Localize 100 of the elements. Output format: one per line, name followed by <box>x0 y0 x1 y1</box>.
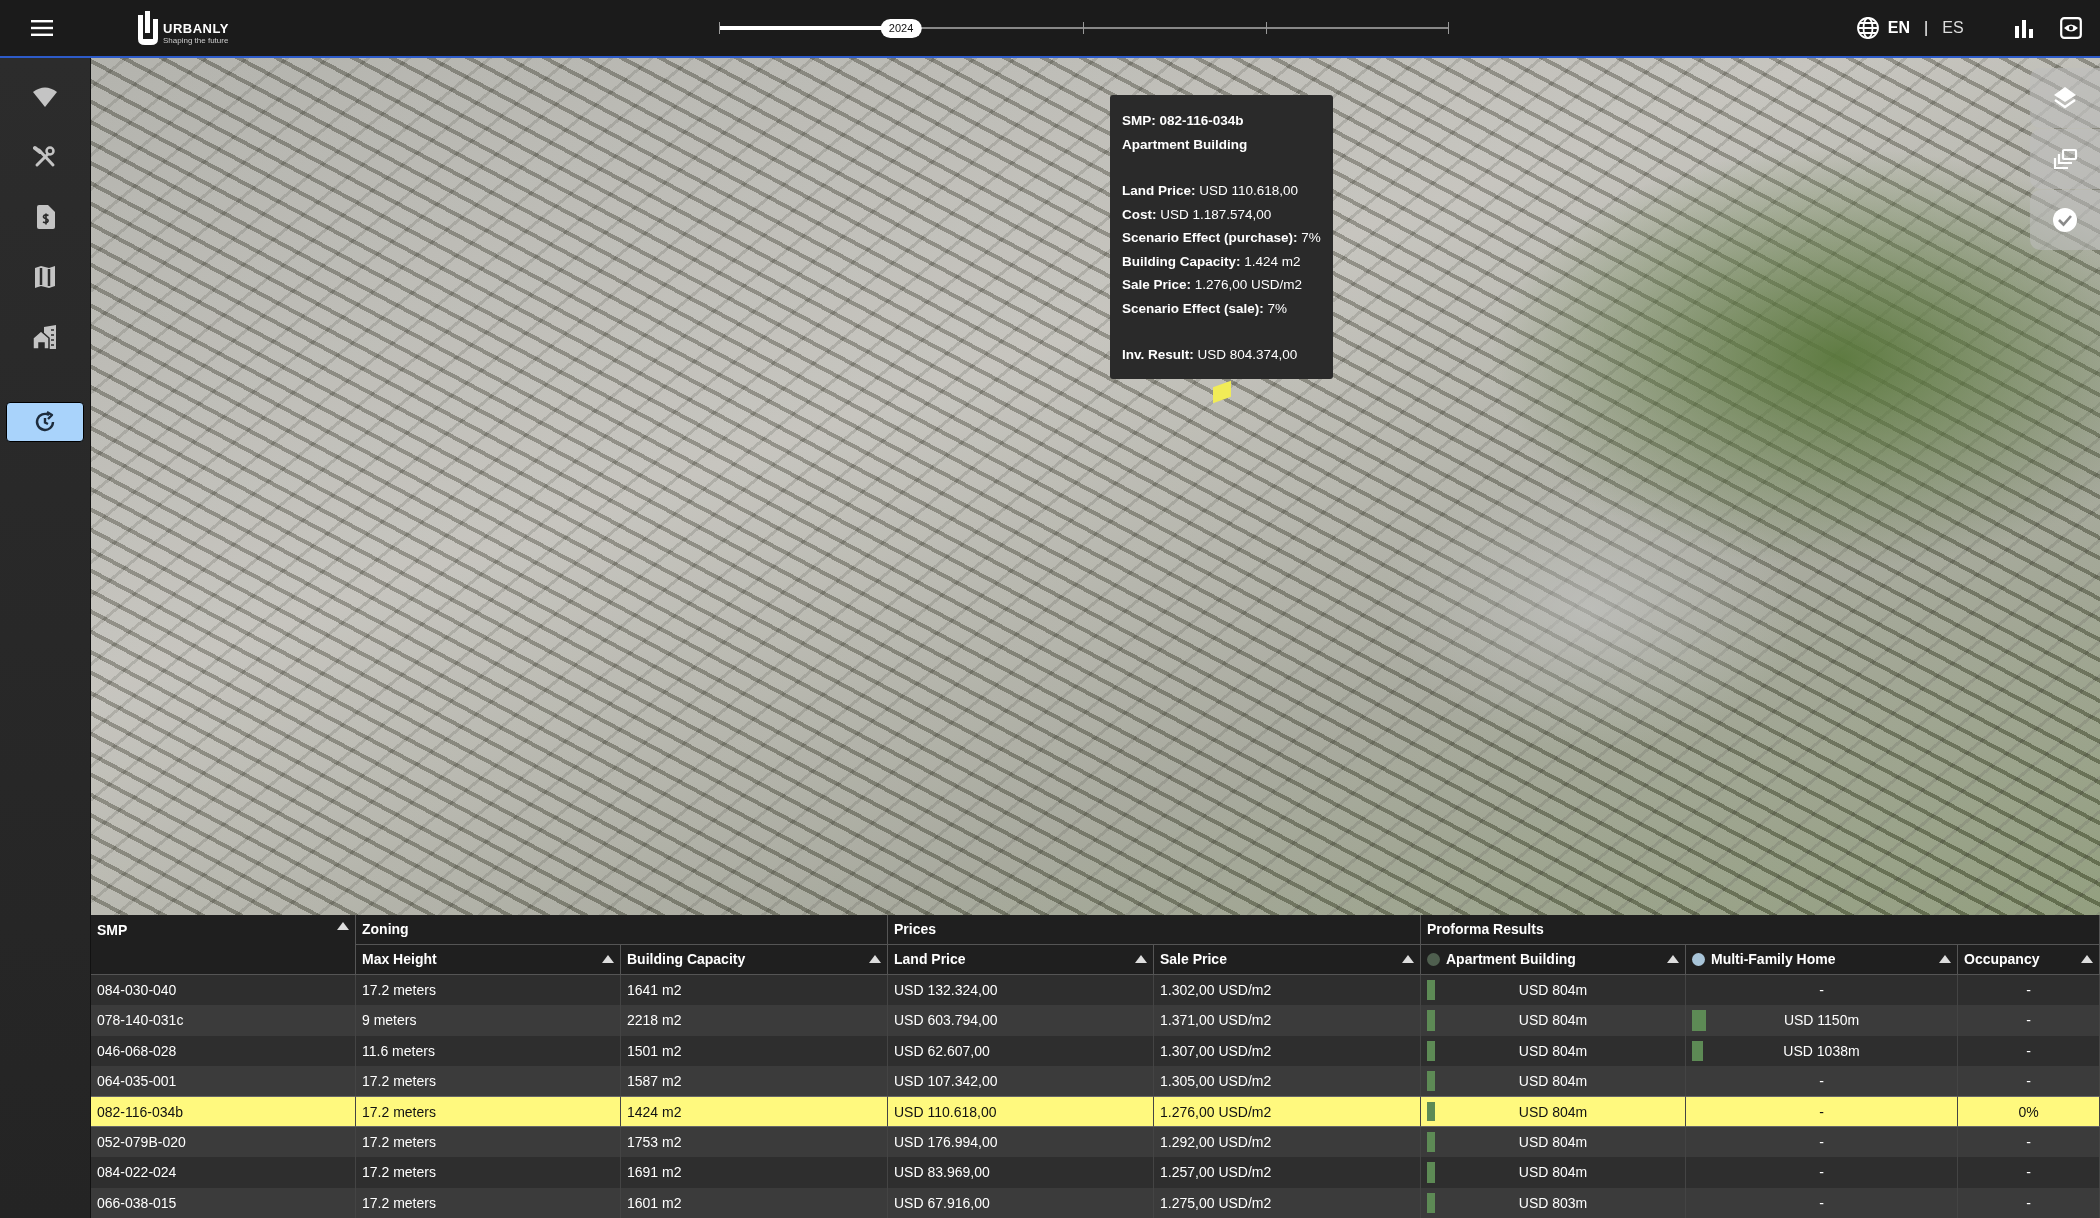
logo-wordmark: URBANLY <box>163 21 229 36</box>
table-cell: - <box>1958 974 2100 1006</box>
column-header[interactable]: Building Capacity <box>621 944 888 975</box>
table-cell: 1501 m2 <box>621 1035 888 1067</box>
sort-icon[interactable] <box>2081 955 2093 964</box>
table-cell: - <box>1958 1187 2100 1218</box>
table-cell: 084-022-024 <box>91 1157 356 1188</box>
table-cell: - <box>1958 1035 2100 1067</box>
table-cell: USD 83.969,00 <box>888 1157 1154 1188</box>
eye-icon[interactable] <box>2059 17 2082 39</box>
sort-icon[interactable] <box>869 955 881 964</box>
table-cell: 2218 m2 <box>621 1005 888 1036</box>
sidebar-item[interactable] <box>32 264 58 290</box>
layers-icon <box>2052 85 2078 111</box>
table-cell: USD 67.916,00 <box>888 1187 1154 1218</box>
sidebar-button[interactable] <box>6 402 84 442</box>
column-header[interactable]: Max Height <box>356 944 621 975</box>
sort-icon[interactable] <box>1667 955 1679 964</box>
table-cell: 1.305,00 USD/m2 <box>1154 1066 1421 1097</box>
table-cell: 0% <box>1958 1096 2100 1127</box>
table-cell: - <box>1819 1103 1824 1120</box>
table-cell: USD 1150m <box>1783 1012 1860 1029</box>
table-cell: - <box>1819 982 1824 999</box>
language-option[interactable]: ES <box>1942 19 1964 37</box>
column-header[interactable]: SMP <box>91 914 356 975</box>
table-cell: USD 603.794,00 <box>888 1005 1154 1036</box>
column-header[interactable]: Apartment Building <box>1421 944 1686 975</box>
table-cell: 052-079B-020 <box>91 1126 356 1158</box>
column-group-header: Proforma Results <box>1421 914 2100 945</box>
table-cell: - <box>1958 1066 2100 1097</box>
table-cell: 9 meters <box>356 1005 621 1036</box>
check-button[interactable] <box>2030 190 2100 250</box>
tooltip-line: Scenario Effect (sale): 7% <box>1122 299 1289 318</box>
sidebar-item[interactable] <box>32 324 58 350</box>
column-header[interactable]: Occupancy <box>1958 944 2100 975</box>
table-cell: 1641 m2 <box>621 974 888 1006</box>
table-cell: USD 804m <box>1518 1103 1588 1120</box>
table-cell: 17.2 meters <box>356 1126 621 1158</box>
language-option[interactable]: EN <box>1887 19 1911 37</box>
table-cell: USD 804m <box>1518 1042 1588 1059</box>
sort-icon[interactable] <box>1939 955 1951 964</box>
table-cell: USD 804m <box>1518 1073 1588 1090</box>
tooltip-line: Sale Price: 1.276,00 USD/m2 <box>1122 276 1304 294</box>
table-cell: 1.292,00 USD/m2 <box>1154 1126 1421 1158</box>
logo-icon <box>135 9 161 47</box>
table-cell: 1424 m2 <box>621 1096 888 1127</box>
sort-icon[interactable] <box>1402 955 1414 964</box>
table-cell: 17.2 meters <box>356 1096 621 1127</box>
table-cell: 17.2 meters <box>356 974 621 1006</box>
language-separator: | <box>1924 19 1929 37</box>
table-cell: 1.276,00 USD/m2 <box>1154 1096 1421 1127</box>
column-header[interactable]: Sale Price <box>1154 944 1421 975</box>
table-cell: USD 804m <box>1518 1164 1588 1181</box>
sort-icon[interactable] <box>1135 955 1147 964</box>
building-icon <box>32 325 58 349</box>
tooltip-line: Land Price: USD 110.618,00 <box>1122 182 1300 200</box>
sort-icon[interactable] <box>602 955 614 964</box>
table-cell: - <box>1958 1005 2100 1036</box>
table-cell: 066-038-015 <box>91 1187 356 1218</box>
table-cell: 064-035-001 <box>91 1066 356 1097</box>
tooltip-line: Building Capacity: 1.424 m2 <box>1122 252 1302 271</box>
table-cell: USD 62.607,00 <box>888 1035 1154 1067</box>
tooltip-line: Cost: USD 1.187.574,00 <box>1122 205 1273 224</box>
column-header[interactable]: Land Price <box>888 944 1154 975</box>
table-cell: USD 176.994,00 <box>888 1126 1154 1158</box>
table-cell: 084-030-040 <box>91 974 356 1006</box>
column-group-header: Zoning <box>356 914 888 945</box>
invoice-icon <box>35 205 55 229</box>
bar-chart-icon[interactable] <box>2013 18 2034 38</box>
table-cell: 078-140-031c <box>91 1005 356 1036</box>
column-header[interactable]: Multi-Family Home <box>1686 944 1958 975</box>
table-cell: 1691 m2 <box>621 1157 888 1188</box>
table-cell: - <box>1819 1164 1824 1181</box>
map-marker[interactable] <box>1213 380 1231 404</box>
table-cell: - <box>1819 1134 1824 1150</box>
windows-icon <box>2052 148 2078 170</box>
table-cell: - <box>1958 1126 2100 1158</box>
timeline-thumb[interactable]: 2024 <box>880 19 922 38</box>
layers-button[interactable] <box>2030 68 2100 128</box>
table-cell: USD 1038m <box>1783 1042 1860 1059</box>
globe-icon[interactable] <box>1855 16 1880 40</box>
table-cell: 1753 m2 <box>621 1126 888 1158</box>
table-cell: 1.302,00 USD/m2 <box>1154 974 1421 1006</box>
tooltip-line: Scenario Effect (purchase): 7% <box>1122 229 1321 247</box>
map-icon <box>34 265 56 289</box>
windows-button[interactable] <box>2030 129 2100 189</box>
table-cell: 17.2 meters <box>356 1157 621 1188</box>
tools-icon <box>33 145 57 169</box>
table-cell: 1587 m2 <box>621 1066 888 1097</box>
table-cell: USD 804m <box>1518 1134 1588 1150</box>
sort-icon[interactable] <box>337 921 349 930</box>
signal-icon <box>32 86 58 108</box>
menu-icon[interactable] <box>31 20 53 36</box>
table-cell: USD 803m <box>1518 1194 1588 1211</box>
table-cell: USD 132.324,00 <box>888 974 1154 1006</box>
table-cell: 1.275,00 USD/m2 <box>1154 1187 1421 1218</box>
table-cell: 1.371,00 USD/m2 <box>1154 1005 1421 1036</box>
table-cell: USD 107.342,00 <box>888 1066 1154 1097</box>
table-cell: 11.6 meters <box>356 1035 621 1067</box>
table-cell: USD 110.618,00 <box>888 1096 1154 1127</box>
